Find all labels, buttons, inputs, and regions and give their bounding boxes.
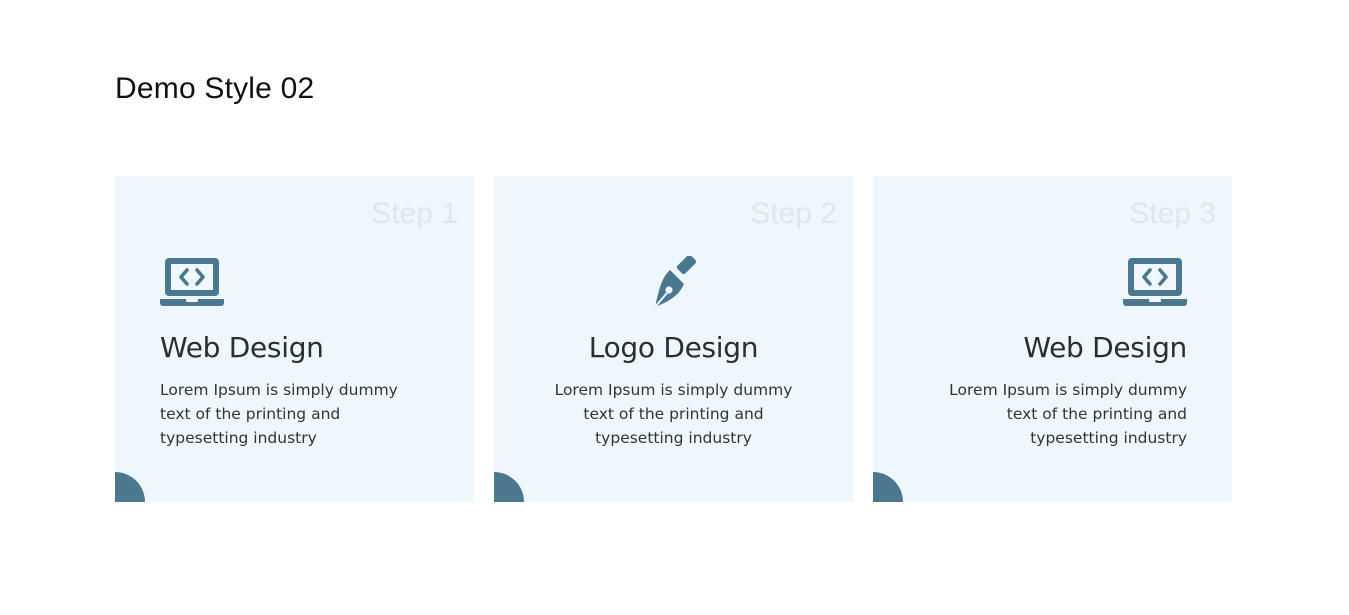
pen-nib-icon xyxy=(642,256,706,308)
card-content: Web Design Lorem Ipsum is simply dummy t… xyxy=(918,256,1187,450)
page-title: Demo Style 02 xyxy=(115,72,315,105)
step-card-3: Step 3 Web Design Lorem Ipsum is simply … xyxy=(873,176,1232,502)
step-card-2: Step 2 Logo Design Lorem Ipsum is simply… xyxy=(494,176,853,502)
card-description: Lorem Ipsum is simply dummy text of the … xyxy=(949,381,1187,447)
card-description: Lorem Ipsum is simply dummy text of the … xyxy=(160,381,398,447)
card-content: Web Design Lorem Ipsum is simply dummy t… xyxy=(160,256,429,450)
laptop-code-icon xyxy=(1123,256,1187,308)
step-card-1: Step 1 Web Design Lorem Ipsum is simply … xyxy=(115,176,474,502)
card-title: Web Design xyxy=(1023,331,1187,364)
step-label: Step 1 xyxy=(371,197,458,230)
card-content: Logo Design Lorem Ipsum is simply dummy … xyxy=(539,256,808,450)
step-label: Step 2 xyxy=(750,197,837,230)
step-cards: Step 1 Web Design Lorem Ipsum is simply … xyxy=(115,176,1232,502)
corner-decoration xyxy=(115,472,145,502)
corner-decoration xyxy=(873,472,903,502)
card-title: Logo Design xyxy=(588,331,759,364)
card-description: Lorem Ipsum is simply dummy text of the … xyxy=(554,381,793,447)
laptop-code-icon xyxy=(160,256,224,308)
step-label: Step 3 xyxy=(1129,197,1216,230)
corner-decoration xyxy=(494,472,524,502)
card-title: Web Design xyxy=(160,331,324,364)
